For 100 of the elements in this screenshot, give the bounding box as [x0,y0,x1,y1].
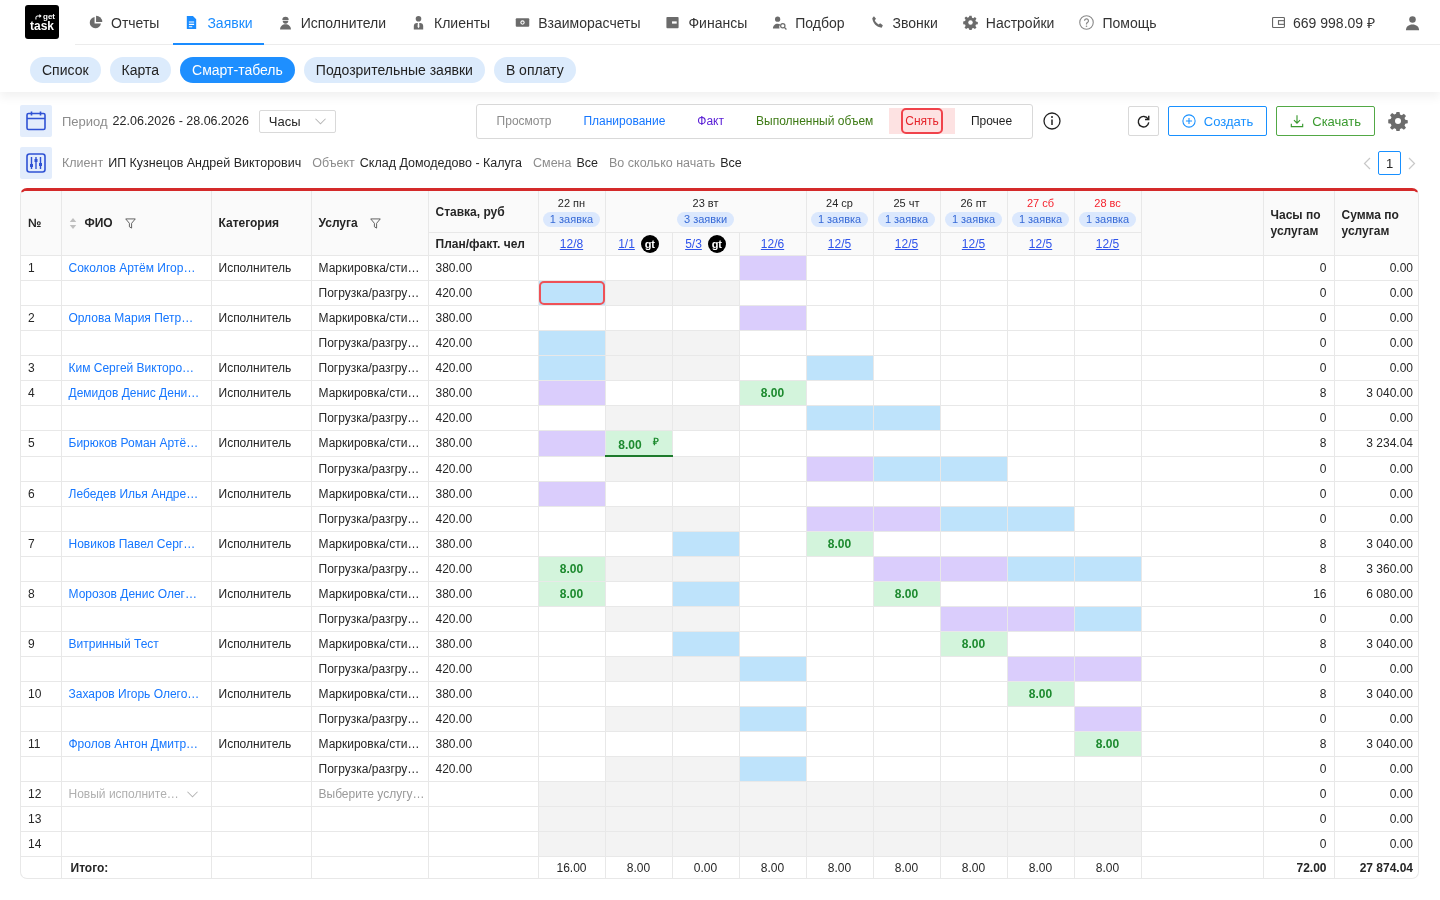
day-cell[interactable] [739,330,807,356]
day-cell[interactable] [806,606,874,632]
day-cell[interactable] [1074,506,1142,532]
refresh-button[interactable] [1127,106,1159,136]
day-cell[interactable] [538,255,605,281]
nav-item[interactable]: Взаиморасчеты [504,0,652,45]
day-cell[interactable] [739,280,807,306]
day-cell[interactable] [1007,731,1075,757]
day-cell[interactable] [806,656,874,682]
day-cell[interactable] [806,706,874,732]
subtab[interactable]: В оплату [493,57,576,83]
day-cell[interactable] [739,581,807,607]
day-cell[interactable] [873,330,941,356]
day-cell[interactable] [739,481,807,507]
day-cell[interactable] [1007,581,1075,607]
day-cell[interactable] [1074,481,1142,507]
day-cell[interactable] [1007,706,1075,732]
day-cell[interactable] [873,355,941,381]
nav-item[interactable]: Клиенты [400,0,502,45]
day-cell[interactable] [1007,531,1075,557]
day-cell[interactable] [806,280,874,306]
nav-item[interactable]: Звонки [858,0,949,45]
mode-tab[interactable]: Выполненный объем [740,108,890,134]
nav-item[interactable]: Настройки [951,0,1066,45]
filter-icon[interactable] [124,217,136,229]
day-cell[interactable] [940,531,1008,557]
mode-tab[interactable]: Снять [889,108,955,134]
day-cell[interactable] [806,255,874,281]
day-cell[interactable] [605,631,672,657]
mode-tab[interactable]: Просмотр [480,108,568,134]
day-cell[interactable] [538,305,605,331]
day-cell[interactable] [672,681,739,707]
mode-tab[interactable]: Планирование [567,108,682,134]
nav-item[interactable]: Заявки [173,0,264,45]
day-cell[interactable] [940,430,1008,456]
page-button[interactable]: 1 [1378,151,1401,175]
day-cell[interactable] [739,681,807,707]
day-cell[interactable] [806,430,874,456]
filter-icon[interactable] [369,217,381,229]
day-cell[interactable] [1007,456,1075,482]
day-cell[interactable] [940,581,1008,607]
day-cell[interactable] [672,305,739,331]
subtab[interactable]: Смарт-табель [180,57,295,83]
day-cell[interactable] [1074,681,1142,707]
nav-item[interactable]: Отчеты [77,0,171,45]
info-icon[interactable] [1043,112,1062,130]
day-cell[interactable] [739,556,807,582]
subtab[interactable]: Список [30,57,101,83]
day-cell[interactable] [1007,481,1075,507]
day-cell[interactable] [1007,756,1075,782]
day-cell[interactable] [806,756,874,782]
day-cell[interactable] [605,380,672,406]
day-cell[interactable] [806,556,874,582]
day-cell[interactable] [672,255,739,281]
ratio-link[interactable]: 5/3 [685,237,702,251]
day-cell[interactable] [873,430,941,456]
day-cell[interactable] [873,606,941,632]
day-cell[interactable] [672,380,739,406]
nav-item[interactable]: Исполнители [266,0,398,45]
day-cell[interactable] [940,706,1008,732]
nav-item[interactable]: Помощь [1068,0,1168,45]
day-cell[interactable] [873,631,941,657]
day-cell[interactable] [940,405,1008,431]
sliders-icon[interactable] [20,147,52,179]
day-cell[interactable] [806,631,874,657]
day-cell[interactable] [940,656,1008,682]
nav-item[interactable]: Финансы [654,0,759,45]
day-cell[interactable] [1007,631,1075,657]
day-cell[interactable] [806,380,874,406]
day-cell[interactable] [940,380,1008,406]
mode-tab[interactable]: Факт [681,108,740,134]
day-cell[interactable] [1074,581,1142,607]
day-cell[interactable] [940,481,1008,507]
day-cell[interactable] [1007,430,1075,456]
subtab[interactable]: Карта [109,57,172,83]
day-cell[interactable] [672,731,739,757]
day-cell[interactable] [538,456,605,482]
day-cell[interactable] [538,506,605,532]
day-cell[interactable] [739,430,807,456]
day-cell[interactable] [605,255,672,281]
day-cell[interactable] [739,531,807,557]
user-icon[interactable] [1405,14,1420,31]
day-cell[interactable] [873,656,941,682]
day-cell[interactable] [538,531,605,557]
unit-select[interactable]: Часы [258,109,336,133]
day-cell[interactable] [1074,531,1142,557]
day-cell[interactable] [538,606,605,632]
day-cell[interactable] [605,531,672,557]
create-button[interactable]: Создать [1167,106,1268,136]
day-cell[interactable] [806,581,874,607]
day-cell[interactable] [806,330,874,356]
day-cell[interactable] [672,430,739,456]
day-cell[interactable] [739,405,807,431]
day-cell[interactable] [873,481,941,507]
subtab[interactable]: Подозрительные заявки [303,57,485,83]
day-cell[interactable] [739,506,807,532]
calendar-icon[interactable] [20,105,52,137]
day-cell[interactable] [605,481,672,507]
chevron-left-icon[interactable] [1363,156,1371,170]
sort-icon[interactable] [68,216,77,230]
